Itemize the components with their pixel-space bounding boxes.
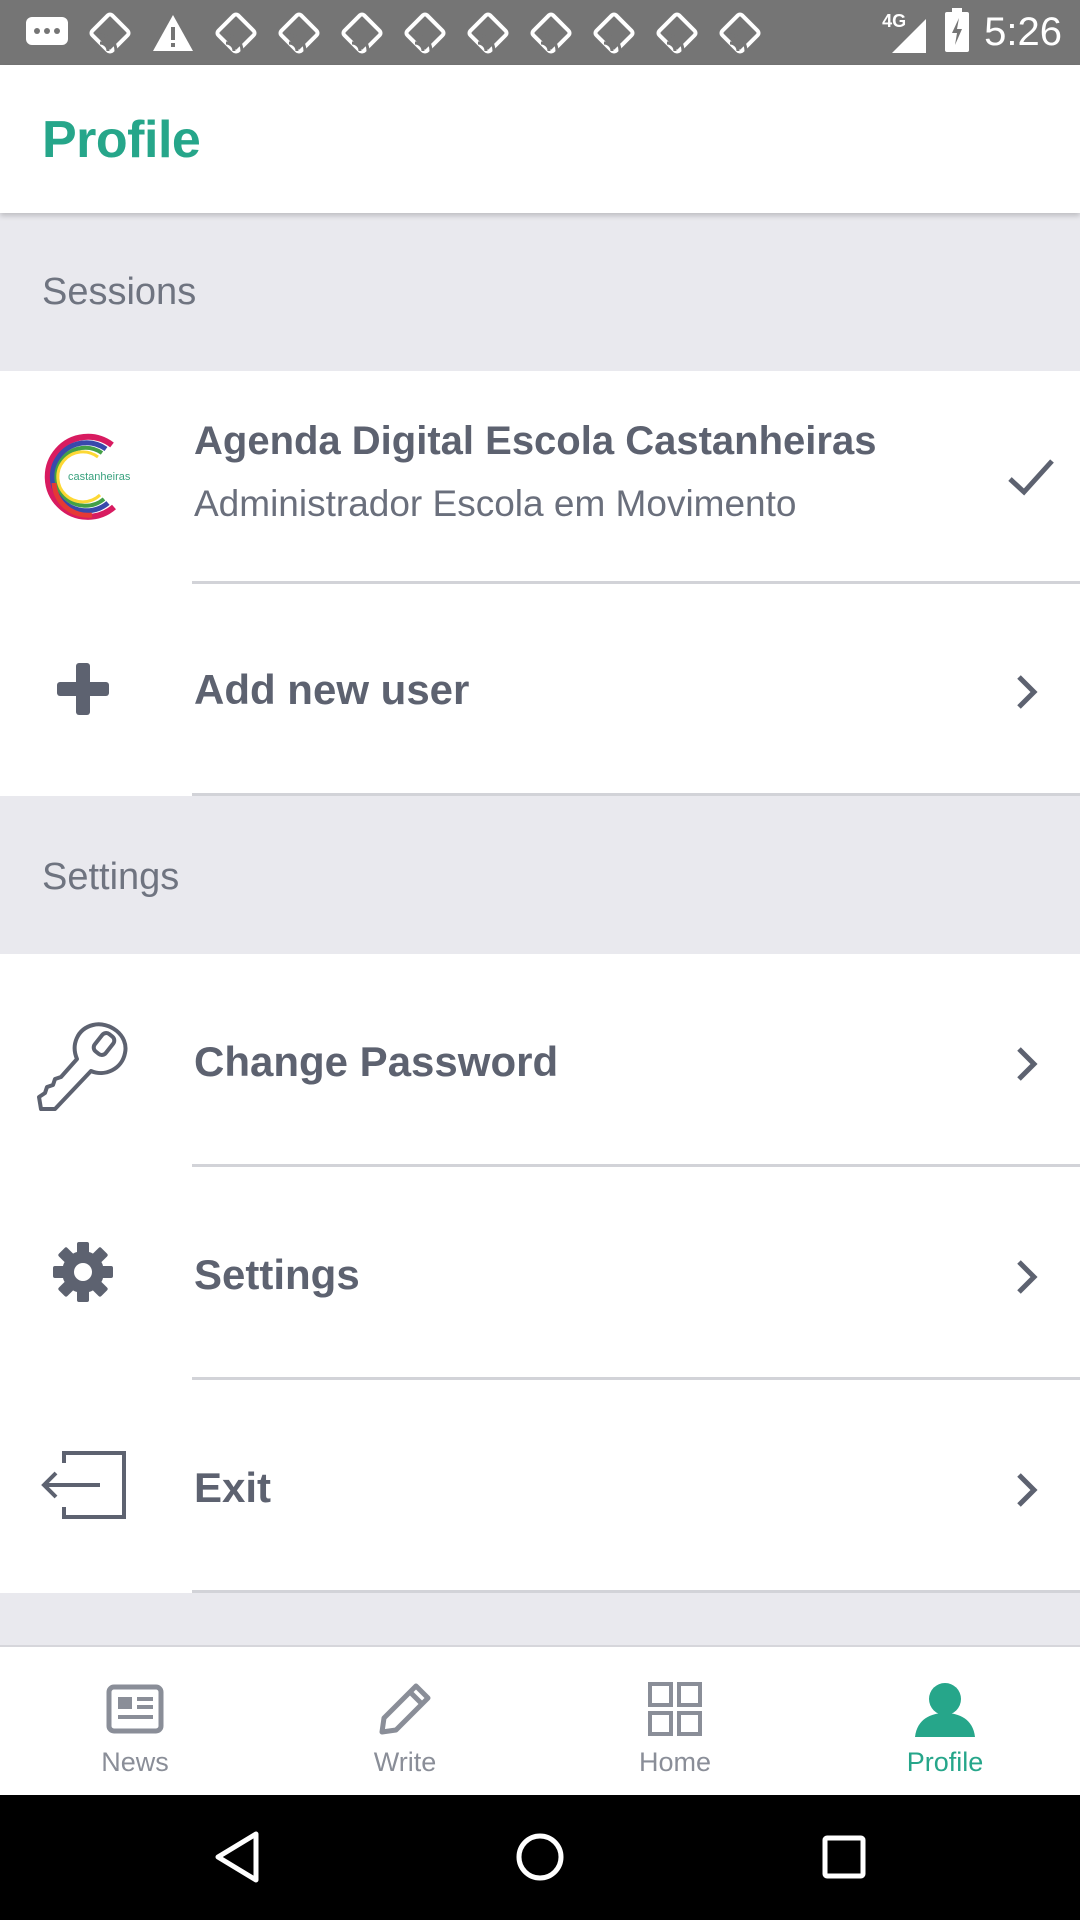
section-title: Sessions xyxy=(42,271,197,313)
chevron-right-icon xyxy=(1012,672,1042,712)
session-row[interactable]: castanheiras Agenda Digital Escola Casta… xyxy=(0,371,1080,584)
signal-icon: 4G xyxy=(882,11,930,55)
check-icon xyxy=(1006,457,1056,502)
settings-label: Settings xyxy=(194,1251,360,1298)
chevron-right-icon xyxy=(1012,1470,1042,1510)
nav-news[interactable]: News xyxy=(0,1647,270,1795)
news-icon xyxy=(103,1677,167,1741)
bottom-navigation: News Write Home Profile xyxy=(0,1645,1080,1795)
change-password-label: Change Password xyxy=(194,1038,559,1085)
chevron-right-icon xyxy=(1012,1257,1042,1297)
recents-icon[interactable] xyxy=(812,1825,876,1889)
cast-icon xyxy=(211,8,261,58)
clock: 5:26 xyxy=(984,10,1062,54)
cast-icon xyxy=(463,8,513,58)
cast-icon xyxy=(652,8,702,58)
chevron-right-icon xyxy=(1012,1044,1042,1084)
battery-icon xyxy=(944,8,970,57)
cast-icon xyxy=(400,8,450,58)
cast-icon xyxy=(85,8,135,58)
cast-icon xyxy=(715,8,765,58)
nav-write[interactable]: Write xyxy=(270,1647,540,1795)
plus-icon xyxy=(28,634,138,744)
divider xyxy=(192,1590,1080,1593)
gear-icon xyxy=(28,1217,138,1327)
nav-label: Profile xyxy=(906,1747,984,1777)
system-navigation-bar xyxy=(0,1795,1080,1920)
section-header-settings: Settings xyxy=(0,796,1080,954)
notification-icons xyxy=(22,8,765,58)
settings-row[interactable]: Settings xyxy=(0,1167,1080,1380)
section-title: Settings xyxy=(42,856,180,898)
cast-icon xyxy=(274,8,324,58)
cast-icon xyxy=(589,8,639,58)
change-password-row[interactable]: Change Password xyxy=(0,954,1080,1167)
nav-label: Write xyxy=(373,1747,437,1777)
page-title: Profile xyxy=(42,111,201,169)
logout-icon xyxy=(28,1430,138,1540)
exit-label: Exit xyxy=(194,1464,272,1511)
section-header-sessions: Sessions xyxy=(0,213,1080,371)
warning-icon xyxy=(148,8,198,58)
app-bar: Profile xyxy=(0,65,1080,213)
nav-label: Home xyxy=(638,1747,712,1777)
back-icon[interactable] xyxy=(205,1825,269,1889)
add-user-label: Add new user xyxy=(194,666,470,713)
nav-label: News xyxy=(101,1747,169,1777)
key-icon xyxy=(28,1012,138,1122)
cast-icon xyxy=(526,8,576,58)
status-bar: 4G 5:26 xyxy=(0,0,1080,65)
session-subtitle: Administrador Escola em Movimento xyxy=(194,483,797,524)
school-logo: castanheiras xyxy=(30,421,140,531)
cast-icon xyxy=(337,8,387,58)
pencil-icon xyxy=(373,1677,437,1741)
home-circle-icon[interactable] xyxy=(508,1825,572,1889)
message-icon xyxy=(22,8,72,58)
logo-text: castanheiras xyxy=(68,471,131,483)
nav-profile[interactable]: Profile xyxy=(810,1647,1080,1795)
session-title: Agenda Digital Escola Castanheiras xyxy=(194,419,877,463)
exit-row[interactable]: Exit xyxy=(0,1380,1080,1593)
nav-home[interactable]: Home xyxy=(540,1647,810,1795)
add-user-row[interactable]: Add new user xyxy=(0,584,1080,796)
grid-icon xyxy=(643,1677,707,1741)
person-icon xyxy=(913,1677,977,1741)
status-right: 4G 5:26 xyxy=(882,0,1062,65)
